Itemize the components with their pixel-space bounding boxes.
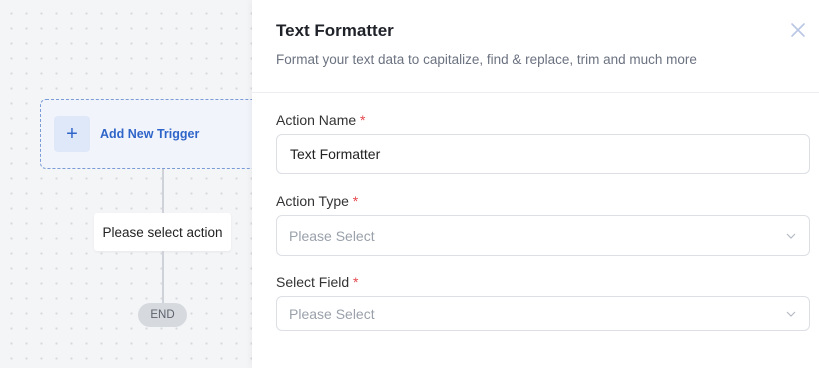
close-button[interactable] <box>788 20 808 40</box>
chevron-down-icon <box>786 233 796 239</box>
required-mark: * <box>352 193 359 209</box>
action-name-value: Text Formatter <box>290 146 381 162</box>
connector-line <box>162 169 164 213</box>
action-type-select[interactable]: Please Select <box>276 215 810 256</box>
action-name-label-text: Action Name <box>276 112 357 128</box>
close-icon <box>791 23 805 37</box>
action-name-label: Action Name * <box>276 112 366 128</box>
required-mark: * <box>360 112 366 128</box>
end-node-label: END <box>150 309 175 321</box>
select-field-select[interactable]: Please Select <box>276 296 810 331</box>
panel-subtitle: Format your text data to capitalize, fin… <box>276 52 697 67</box>
action-config-panel: Text Formatter Format your text data to … <box>252 0 819 368</box>
select-action-node[interactable]: Please select action <box>94 213 231 251</box>
add-trigger-node[interactable]: + Add New Trigger <box>40 99 270 169</box>
action-type-placeholder: Please Select <box>289 227 375 244</box>
action-name-input[interactable]: Text Formatter <box>276 134 810 174</box>
select-field-label-text: Select Field <box>276 274 350 290</box>
panel-header: Text Formatter Format your text data to … <box>252 0 819 93</box>
action-node-label: Please select action <box>102 224 223 240</box>
workflow-canvas[interactable]: + Add New Trigger Please select action E… <box>0 0 270 368</box>
action-type-label: Action Type * <box>276 193 358 209</box>
add-trigger-label: Add New Trigger <box>100 127 200 141</box>
chevron-down-icon <box>786 311 796 317</box>
required-mark: * <box>353 274 359 290</box>
select-field-label: Select Field * <box>276 274 359 290</box>
end-node: END <box>138 303 187 327</box>
panel-title: Text Formatter <box>276 21 394 40</box>
action-type-label-text: Action Type <box>276 193 349 209</box>
connector-line <box>162 251 164 303</box>
select-field-placeholder: Please Select <box>289 305 375 322</box>
plus-icon[interactable]: + <box>54 116 90 152</box>
